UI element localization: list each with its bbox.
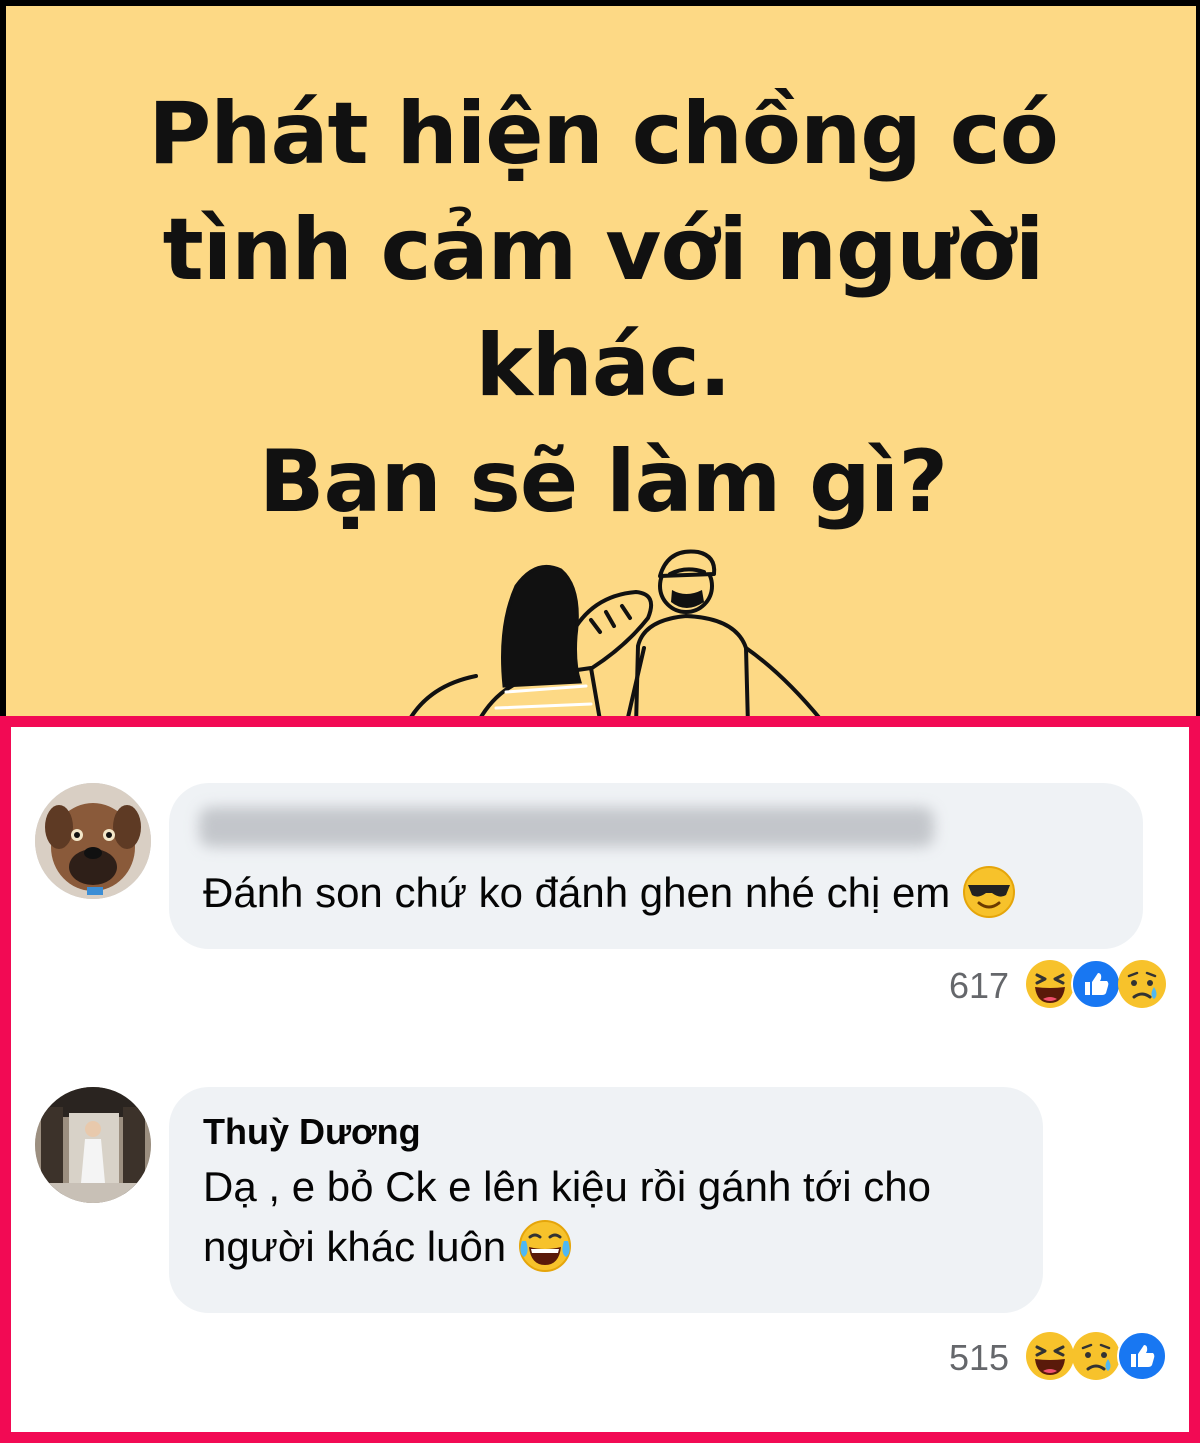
like-reaction-icon xyxy=(1117,1331,1167,1381)
comment-bubble: Thuỳ Dương Dạ , e bỏ Ck e lên kiệu rồi g… xyxy=(169,1087,1043,1313)
banner-title-line-3: khác. xyxy=(475,316,731,416)
author-name-blurred[interactable] xyxy=(199,807,934,847)
banner-title-line-2: tình cảm với người xyxy=(162,200,1045,300)
avatar[interactable] xyxy=(35,1087,151,1203)
person-photo-avatar-icon xyxy=(35,1087,151,1203)
comments-panel: Đánh son chứ ko đánh ghen nhé chị em 617 xyxy=(0,716,1200,1443)
reaction-count: 617 xyxy=(949,965,1010,1006)
banner-title: Phát hiện chồng có tình cảm với người kh… xyxy=(6,76,1196,540)
sunglasses-emoji-icon xyxy=(963,866,1016,918)
avatar[interactable] xyxy=(35,783,151,899)
reactions-summary[interactable]: 617 xyxy=(945,959,1175,1011)
like-reaction-icon xyxy=(1071,959,1121,1009)
banner-title-line-1: Phát hiện chồng có xyxy=(148,84,1059,184)
comment-author[interactable]: Thuỳ Dương xyxy=(203,1111,421,1153)
sad-reaction-icon xyxy=(1072,1332,1120,1380)
comment-text: Dạ , e bỏ Ck e lên kiệu rồi gánh tới cho… xyxy=(203,1157,931,1277)
couple-illustration xyxy=(407,549,824,720)
comment-bubble: Đánh son chứ ko đánh ghen nhé chị em xyxy=(169,783,1143,949)
haha-reaction-icon xyxy=(1026,1332,1074,1380)
comment-text-line-1: Dạ , e bỏ Ck e lên kiệu rồi gánh tới cho xyxy=(203,1163,931,1210)
comment-text: Đánh son chứ ko đánh ghen nhé chị em xyxy=(203,863,1016,923)
post-image-banner: Phát hiện chồng có tình cảm với người kh… xyxy=(0,0,1200,720)
reactions-summary[interactable]: 515 xyxy=(945,1331,1175,1383)
tears-of-joy-emoji-icon xyxy=(519,1220,572,1272)
dog-avatar-icon xyxy=(35,783,151,899)
comment-text-line-2: người khác luôn xyxy=(203,1223,507,1270)
sad-reaction-icon xyxy=(1118,960,1166,1008)
banner-title-line-4: Bạn sẽ làm gì? xyxy=(258,432,948,532)
screenshot-frame: Phát hiện chồng có tình cảm với người kh… xyxy=(0,0,1200,1443)
comment-text-content: Đánh son chứ ko đánh ghen nhé chị em xyxy=(203,869,951,916)
reaction-count: 515 xyxy=(949,1337,1010,1378)
haha-reaction-icon xyxy=(1026,960,1074,1008)
